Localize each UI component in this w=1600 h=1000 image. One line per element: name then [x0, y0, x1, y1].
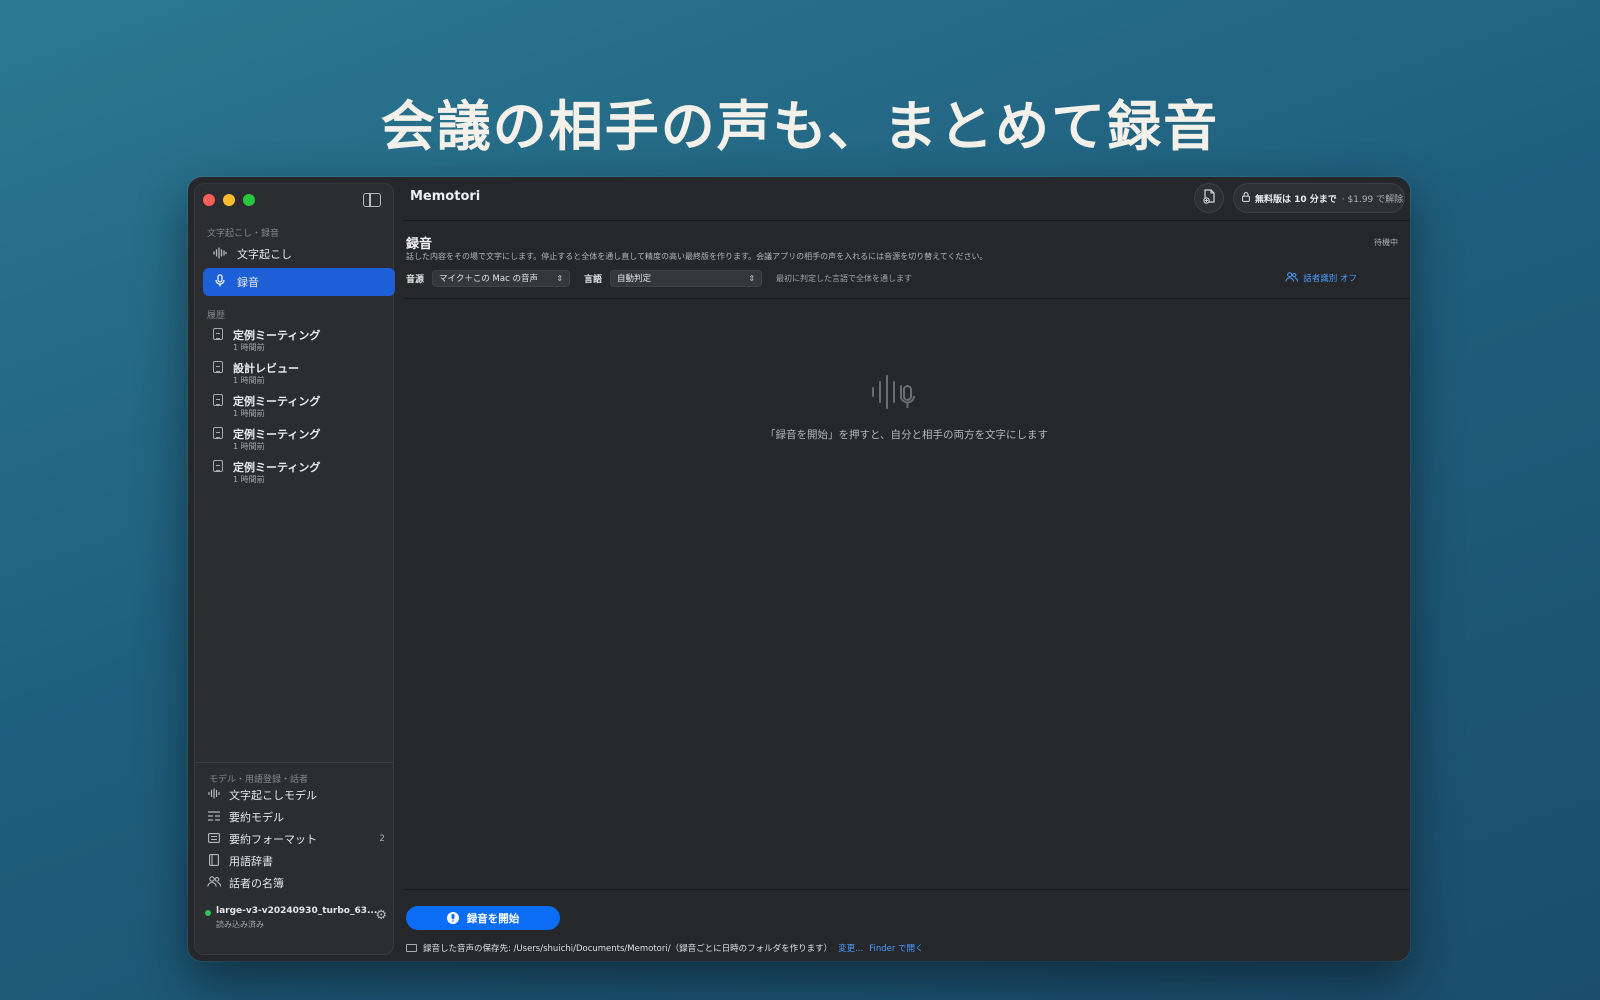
- zoom-button[interactable]: [243, 194, 255, 206]
- sidebar-item-label: 録音: [237, 276, 259, 289]
- page-title: 録音: [406, 237, 433, 252]
- sidebar-item-dictionary[interactable]: 用語辞書: [207, 851, 393, 871]
- format-count-badge: 2: [379, 834, 385, 844]
- history-title: 設計レビュー: [233, 362, 299, 375]
- document-icon: [213, 460, 223, 472]
- model-status-dot: [205, 910, 211, 916]
- sidebar-item-speakers[interactable]: 話者の名簿: [207, 873, 393, 893]
- history-title: 定例ミーティング: [233, 428, 321, 441]
- format-icon: [207, 832, 221, 846]
- history-item[interactable]: 定例ミーティング 1 時間前: [213, 426, 393, 456]
- list-icon: [207, 810, 221, 824]
- sidebar-toggle-icon[interactable]: [363, 193, 381, 207]
- app-window: 文字起こし・録音 文字起こし 録音 履歴 定例ミーティング 1 時間前 設計レビ…: [188, 177, 1410, 961]
- gear-icon[interactable]: ⚙: [375, 908, 387, 923]
- page-description: 話した内容をその場で文字にします。停止すると全体を通し直して精度の高い最終版を作…: [406, 252, 988, 261]
- speaker-toggle-label: 話者識別 オフ: [1303, 274, 1357, 284]
- sidebar-item-summary-format[interactable]: 要約フォーマット 2: [207, 829, 393, 849]
- open-finder-link[interactable]: Finder で開く: [869, 942, 923, 954]
- waveform-icon: [213, 246, 227, 262]
- unlock-price-text: · $1.99 で解除: [1341, 194, 1404, 205]
- sidebar-item-label: 文字起こしモデル: [229, 789, 317, 802]
- updown-chevron-icon: ⇕: [556, 273, 564, 283]
- waveform-microphone-icon: [870, 372, 926, 412]
- document-icon: [213, 328, 223, 340]
- empty-state-text: 「録音を開始」を押すと、自分と相手の両方を文字にします: [764, 429, 1049, 441]
- book-icon: [207, 853, 221, 869]
- history-time: 1 時間前: [233, 409, 265, 418]
- history-item[interactable]: 定例ミーティング 1 時間前: [213, 393, 393, 423]
- headline: 会議の相手の声も、まとめて録音: [380, 95, 1220, 158]
- history-time: 1 時間前: [233, 442, 265, 451]
- sidebar: 文字起こし・録音 文字起こし 録音 履歴 定例ミーティング 1 時間前 設計レビ…: [194, 183, 395, 955]
- sidebar-item-label: 用語辞書: [229, 855, 273, 868]
- history-time: 1 時間前: [233, 475, 265, 484]
- source-label: 音源: [406, 274, 425, 285]
- recording-header: 録音 待機中 話した内容をその場で文字にします。停止すると全体を通し直して精度の…: [403, 221, 1410, 299]
- history-time: 1 時間前: [233, 376, 265, 385]
- history-title: 定例ミーティング: [233, 395, 321, 408]
- save-path-row: 録音した音声の保存先: /Users/shuichi/Documents/Mem…: [406, 942, 924, 954]
- microphone-icon: [213, 274, 227, 290]
- model-state: 読み込み済み: [216, 920, 264, 929]
- history-item[interactable]: 設計レビュー 1 時間前: [213, 360, 393, 390]
- source-value: マイク＋この Mac の音声: [439, 274, 538, 284]
- sidebar-item-label: 要約モデル: [229, 811, 284, 824]
- waveform-icon: [207, 788, 221, 802]
- sidebar-divider: [195, 762, 393, 763]
- footer-divider: [403, 889, 1410, 890]
- sidebar-item-transcribe[interactable]: 文字起こし: [203, 240, 395, 268]
- history-title: 定例ミーティング: [233, 461, 321, 474]
- lock-icon: [1242, 191, 1250, 205]
- toolbar: Memotori 無料版は 10 分まで · $1.99 で解除: [403, 177, 1410, 221]
- language-label: 言語: [584, 274, 603, 285]
- history-title: 定例ミーティング: [233, 329, 321, 342]
- start-recording-label: 録音を開始: [466, 912, 520, 925]
- minimize-button[interactable]: [223, 194, 235, 206]
- main-area: Memotori 無料版は 10 分まで · $1.99 で解除 録音 待機中 …: [403, 177, 1410, 961]
- close-button[interactable]: [203, 194, 215, 206]
- export-button[interactable]: [1194, 183, 1224, 213]
- sidebar-item-label: 文字起こし: [237, 248, 292, 261]
- change-path-link[interactable]: 変更...: [838, 942, 863, 954]
- start-recording-button[interactable]: 録音を開始: [406, 906, 560, 930]
- folder-icon: [406, 944, 417, 952]
- unlock-button[interactable]: 無料版は 10 分まで · $1.99 で解除: [1233, 183, 1405, 213]
- document-icon: [213, 427, 223, 439]
- app-title: Memotori: [410, 189, 481, 204]
- model-name: large-v3-v20240930_turbo_63...: [216, 906, 378, 916]
- section-label-history: 履歴: [207, 311, 226, 321]
- history-item[interactable]: 定例ミーティング 1 時間前: [213, 459, 393, 489]
- document-icon: [213, 394, 223, 406]
- recording-controls: 音源 マイク＋この Mac の音声 ⇕ 言語 自動判定 ⇕ 最初に判定した言語で…: [406, 269, 1366, 287]
- language-select[interactable]: 自動判定 ⇕: [610, 269, 763, 287]
- sidebar-item-transcribe-model[interactable]: 文字起こしモデル: [207, 785, 393, 805]
- language-value: 自動判定: [617, 274, 652, 284]
- status-badge: 待機中: [1374, 238, 1398, 247]
- sidebar-item-label: 話者の名簿: [229, 877, 284, 890]
- updown-chevron-icon: ⇕: [748, 273, 756, 283]
- section-label-settings: モデル・用語登録・話者: [209, 775, 309, 785]
- history-item[interactable]: 定例ミーティング 1 時間前: [213, 327, 393, 357]
- unlock-limit-text: 無料版は 10 分まで: [1255, 194, 1337, 205]
- people-icon: [207, 876, 222, 890]
- people-icon: [1285, 271, 1299, 285]
- sidebar-item-recording[interactable]: 録音: [203, 268, 395, 296]
- window-controls: [203, 194, 255, 206]
- save-path-text: 録音した音声の保存先: /Users/shuichi/Documents/Mem…: [423, 944, 833, 954]
- section-label-transcribe: 文字起こし・録音: [207, 229, 280, 239]
- record-icon: [446, 912, 459, 924]
- sidebar-item-summary-model[interactable]: 要約モデル: [207, 807, 393, 827]
- document-icon: [213, 361, 223, 373]
- sidebar-item-label: 要約フォーマット: [229, 833, 317, 846]
- model-status: large-v3-v20240930_turbo_63... 読み込み済み ⚙: [205, 906, 391, 936]
- language-hint: 最初に判定した言語で全体を通します: [776, 273, 913, 283]
- source-select[interactable]: マイク＋この Mac の音声 ⇕: [432, 269, 571, 287]
- document-export-icon: [1202, 188, 1216, 208]
- speaker-diarization-toggle[interactable]: 話者識別 オフ: [1285, 271, 1357, 285]
- history-time: 1 時間前: [233, 343, 265, 352]
